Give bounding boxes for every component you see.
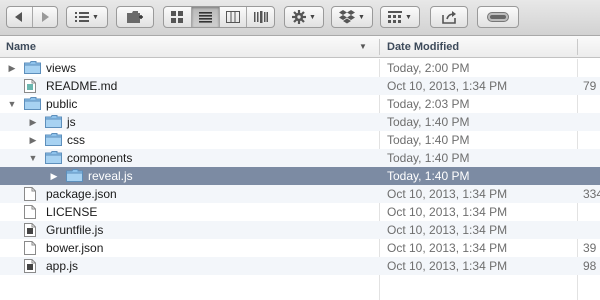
folder-row[interactable]: ▼ components Today, 1:40 PM	[0, 149, 600, 167]
disclosure-expanded-icon[interactable]: ▼	[6, 95, 18, 113]
list-view-icon	[198, 11, 212, 23]
document-icon	[24, 187, 40, 201]
folder-icon	[45, 151, 62, 165]
file-size: 79	[583, 79, 597, 93]
file-row[interactable]: bower.json Oct 10, 2013, 1:34 PM 39	[0, 239, 600, 257]
chevron-down-icon: ▼	[309, 13, 316, 21]
file-name: app.js	[46, 259, 79, 273]
group-button[interactable]: ▼	[380, 6, 420, 28]
date-modified: Oct 10, 2013, 1:34 PM	[387, 205, 508, 219]
date-modified: Today, 1:40 PM	[387, 115, 470, 129]
date-column-header[interactable]: Date Modified	[387, 36, 459, 58]
folder-icon	[24, 61, 41, 75]
file-name: package.json	[46, 187, 117, 201]
js-file-icon	[24, 223, 40, 237]
file-name: Gruntfile.js	[46, 223, 104, 237]
folder-icon	[45, 133, 62, 147]
folder-icon	[66, 169, 83, 183]
sort-down-icon: ▼	[359, 42, 367, 51]
file-row[interactable]: LICENSE Oct 10, 2013, 1:34 PM	[0, 203, 600, 221]
coverflow-view-button[interactable]	[247, 7, 274, 27]
list-view-button[interactable]	[191, 7, 220, 27]
coverflow-view-icon	[253, 11, 268, 23]
view-mode-buttons	[163, 6, 275, 28]
file-row[interactable]: package.json Oct 10, 2013, 1:34 PM 334	[0, 185, 600, 203]
file-list: ▶ views Today, 2:00 PM README.md Oct 10, 201…	[0, 59, 600, 275]
arrange-button[interactable]: ▼	[66, 6, 108, 28]
column-view-icon	[225, 11, 240, 23]
new-folder-icon	[127, 11, 143, 23]
folder-icon	[45, 115, 62, 129]
date-modified: Today, 2:03 PM	[387, 97, 470, 111]
column-header: Name ▼ Date Modified	[0, 36, 600, 58]
document-icon	[24, 241, 40, 255]
document-icon	[24, 79, 40, 93]
chevron-down-icon: ▼	[92, 13, 99, 21]
folder-row[interactable]: ▶ js Today, 1:40 PM	[0, 113, 600, 131]
dropbox-icon	[339, 10, 356, 24]
gear-icon	[292, 10, 307, 24]
file-row[interactable]: app.js Oct 10, 2013, 1:34 PM 98	[0, 257, 600, 275]
file-name: reveal.js	[88, 169, 133, 183]
date-modified: Today, 2:00 PM	[387, 61, 470, 75]
column-divider[interactable]	[577, 39, 578, 55]
back-button[interactable]	[7, 7, 33, 27]
column-view-button[interactable]	[220, 7, 248, 27]
file-name: css	[67, 133, 85, 147]
toolbar: ▼ ▼ ▼ ▼	[0, 0, 600, 36]
icon-view-icon	[171, 11, 184, 23]
folder-row[interactable]: ▶ views Today, 2:00 PM	[0, 59, 600, 77]
action-button[interactable]: ▼	[284, 6, 324, 28]
back-icon	[15, 12, 23, 22]
folder-icon	[24, 97, 41, 111]
list-arrange-icon	[75, 12, 90, 22]
disclosure-expanded-icon[interactable]: ▼	[27, 149, 39, 167]
folder-row[interactable]: ▶ css Today, 1:40 PM	[0, 131, 600, 149]
file-name: js	[67, 115, 76, 129]
date-modified: Today, 1:40 PM	[387, 151, 470, 165]
forward-button[interactable]	[33, 7, 58, 27]
back-forward-buttons	[6, 6, 58, 28]
file-name: bower.json	[46, 241, 104, 255]
file-name: README.md	[46, 79, 118, 93]
icon-view-button[interactable]	[164, 7, 192, 27]
toggle-toolbar-button[interactable]	[477, 6, 519, 28]
disclosure-collapsed-icon[interactable]: ▶	[27, 113, 39, 131]
forward-icon	[41, 12, 49, 22]
date-modified: Oct 10, 2013, 1:34 PM	[387, 187, 508, 201]
file-name: public	[46, 97, 78, 111]
disclosure-collapsed-icon[interactable]: ▶	[48, 167, 60, 185]
disclosure-collapsed-icon[interactable]: ▶	[27, 131, 39, 149]
folder-row[interactable]: ▶ reveal.js Today, 1:40 PM	[0, 167, 600, 185]
file-row[interactable]: Gruntfile.js Oct 10, 2013, 1:34 PM	[0, 221, 600, 239]
disclosure-collapsed-icon[interactable]: ▶	[6, 59, 18, 77]
share-icon	[442, 11, 456, 24]
js-file-icon	[24, 259, 40, 273]
folder-row[interactable]: ▼ public Today, 2:03 PM	[0, 95, 600, 113]
date-modified: Oct 10, 2013, 1:34 PM	[387, 223, 508, 237]
date-modified: Oct 10, 2013, 1:34 PM	[387, 259, 508, 273]
file-name: views	[46, 61, 77, 75]
file-name: components	[67, 151, 133, 165]
document-icon	[24, 205, 40, 219]
column-divider[interactable]	[379, 39, 380, 55]
file-row[interactable]: README.md Oct 10, 2013, 1:34 PM 79	[0, 77, 600, 95]
file-name: LICENSE	[46, 205, 98, 219]
date-modified: Today, 1:40 PM	[387, 169, 470, 183]
file-size: 98	[583, 259, 597, 273]
file-size: 39	[583, 241, 597, 255]
date-modified: Today, 1:40 PM	[387, 133, 470, 147]
new-folder-button[interactable]	[116, 6, 154, 28]
dropbox-button[interactable]: ▼	[331, 6, 373, 28]
share-button[interactable]	[430, 6, 468, 28]
chevron-down-icon: ▼	[405, 13, 412, 21]
date-modified: Oct 10, 2013, 1:34 PM	[387, 241, 508, 255]
date-modified: Oct 10, 2013, 1:34 PM	[387, 79, 508, 93]
name-column-header[interactable]: Name	[6, 36, 36, 58]
toggle-icon	[487, 12, 509, 22]
file-size: 334	[583, 187, 600, 201]
chevron-down-icon: ▼	[358, 13, 365, 21]
group-icon	[388, 11, 403, 23]
